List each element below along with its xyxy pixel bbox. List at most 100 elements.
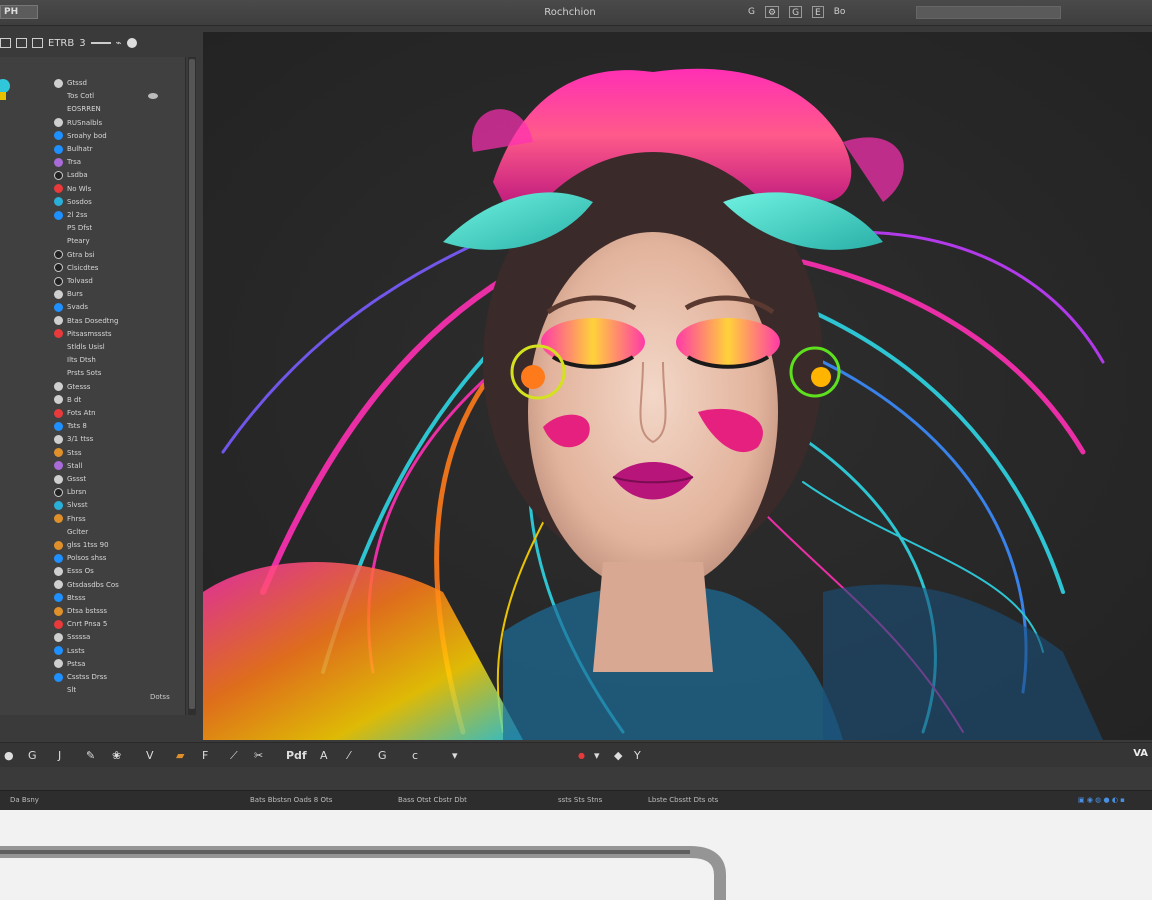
- settings-circle-icon[interactable]: [126, 38, 137, 48]
- layer-row[interactable]: Trsa: [54, 156, 81, 168]
- tool-dot-icon[interactable]: ●: [4, 749, 14, 762]
- layer-box-icon[interactable]: [0, 38, 11, 48]
- layer-row[interactable]: Stss: [54, 447, 81, 459]
- layer-row[interactable]: Ilts Dtsh: [54, 354, 96, 366]
- layer-status-icon[interactable]: [54, 316, 63, 326]
- layer-status-icon[interactable]: [54, 434, 63, 444]
- layer-row[interactable]: Tos Cotl: [54, 90, 94, 102]
- layer-status-icon[interactable]: [54, 170, 63, 180]
- layer-row[interactable]: Dtsa bstsss: [54, 605, 107, 617]
- layer-row[interactable]: Stall: [54, 460, 82, 472]
- layer-status-icon[interactable]: [54, 632, 63, 642]
- tool-j[interactable]: J: [58, 749, 61, 762]
- layer-status-icon[interactable]: [54, 580, 63, 590]
- panel-scrollbar-thumb[interactable]: [189, 59, 195, 709]
- layer-status-icon[interactable]: [54, 659, 63, 669]
- layer-status-icon[interactable]: [54, 421, 63, 431]
- title-tool-3[interactable]: G: [789, 6, 803, 18]
- layer-status-icon[interactable]: [54, 619, 63, 629]
- wand-icon[interactable]: ⁄: [348, 749, 350, 762]
- layer-status-icon[interactable]: [54, 302, 63, 312]
- layer-row[interactable]: Fhrss: [54, 513, 86, 525]
- layer-row[interactable]: Clsicdtes: [54, 262, 98, 274]
- layer-status-icon[interactable]: [54, 263, 63, 273]
- layer-row[interactable]: Gtssd: [54, 77, 87, 89]
- panel-tab-number[interactable]: 3: [79, 38, 85, 49]
- layer-row[interactable]: Btas Dosedtng: [54, 315, 118, 327]
- layer-row[interactable]: Lssts: [54, 645, 85, 657]
- layer-row[interactable]: Gtsdasdbs Cos: [54, 579, 119, 591]
- layer-row[interactable]: Lbrsn: [54, 486, 86, 498]
- status-icons[interactable]: ▣ ◉ ◍ ● ◐ ▪: [1078, 796, 1125, 804]
- zoom-label[interactable]: VA: [1133, 748, 1148, 759]
- title-search-field[interactable]: [916, 6, 1061, 19]
- layer-row[interactable]: Sroahy bod: [54, 130, 107, 142]
- layer-row[interactable]: Svads: [54, 301, 88, 313]
- layer-status-icon[interactable]: [54, 646, 63, 656]
- layer-status-icon[interactable]: [54, 197, 63, 207]
- scissors-icon[interactable]: ✂: [254, 749, 263, 762]
- layer-row[interactable]: Lsdba: [54, 169, 88, 181]
- title-tool-1[interactable]: G: [748, 6, 755, 18]
- layer-row[interactable]: Gclter: [54, 526, 88, 538]
- layer-status-icon[interactable]: [54, 540, 63, 550]
- layer-status-icon[interactable]: [54, 395, 63, 405]
- layer-status-icon[interactable]: [54, 606, 63, 616]
- layer-status-icon[interactable]: [54, 118, 63, 128]
- layer-row[interactable]: Polsos shss: [54, 552, 106, 564]
- tool-f[interactable]: F: [202, 749, 208, 762]
- layer-row[interactable]: glss 1tss 90: [54, 539, 109, 551]
- layer-row[interactable]: Sssssa: [54, 631, 90, 643]
- layer-row[interactable]: EOSRREN: [54, 103, 101, 115]
- layer-row[interactable]: Cnrt Pnsa 5: [54, 618, 107, 630]
- layer-status-icon[interactable]: [54, 672, 63, 682]
- tool-g[interactable]: G: [28, 749, 37, 762]
- folder-icon[interactable]: ▰: [176, 749, 184, 762]
- eyedropper-icon[interactable]: ⟋: [230, 749, 238, 763]
- layer-status-icon[interactable]: [54, 474, 63, 484]
- layer-row[interactable]: PS Dfst: [54, 222, 92, 234]
- tool-v[interactable]: V: [146, 749, 154, 762]
- brush-icon[interactable]: ❀: [112, 749, 121, 762]
- layer-status-icon[interactable]: [54, 553, 63, 563]
- title-tool-5[interactable]: Bo: [834, 6, 846, 18]
- layer-row[interactable]: Slt: [54, 684, 76, 696]
- layer-row[interactable]: Sosdos: [54, 196, 92, 208]
- layer-row[interactable]: Tolvasd: [54, 275, 93, 287]
- layer-row[interactable]: Gtra bsi: [54, 249, 95, 261]
- layer-status-icon[interactable]: [54, 289, 63, 299]
- layer-status-icon[interactable]: [54, 514, 63, 524]
- layer-status-icon[interactable]: [54, 329, 63, 339]
- mask-box-icon[interactable]: [16, 38, 27, 48]
- layer-row[interactable]: Tsts 8: [54, 420, 87, 432]
- layer-row[interactable]: B dt: [54, 394, 81, 406]
- tool-pdf[interactable]: Pdf: [286, 749, 307, 762]
- group-box-icon[interactable]: [32, 38, 43, 48]
- layer-status-icon[interactable]: [54, 593, 63, 603]
- layer-row[interactable]: Bulhatr: [54, 143, 93, 155]
- layer-status-icon[interactable]: [54, 408, 63, 418]
- link-icon[interactable]: ⌁: [116, 38, 122, 49]
- layer-status-icon[interactable]: [54, 461, 63, 471]
- layer-row[interactable]: Burs: [54, 288, 83, 300]
- tool-c[interactable]: c: [412, 749, 418, 762]
- layer-status-icon[interactable]: [54, 566, 63, 576]
- shield-icon[interactable]: ▾: [452, 749, 458, 762]
- layer-row[interactable]: Btsss: [54, 592, 86, 604]
- layer-status-icon[interactable]: [54, 131, 63, 141]
- layer-status-icon[interactable]: [54, 250, 63, 260]
- layer-status-icon[interactable]: [54, 382, 63, 392]
- layer-row[interactable]: Fots Atn: [54, 407, 96, 419]
- layer-status-icon[interactable]: [54, 184, 63, 194]
- layer-status-icon[interactable]: [54, 448, 63, 458]
- layer-status-icon[interactable]: [54, 144, 63, 154]
- layer-row[interactable]: Gssst: [54, 473, 86, 485]
- layer-status-icon[interactable]: [54, 487, 63, 497]
- eye-icon[interactable]: [148, 93, 158, 99]
- tool-y[interactable]: Y: [634, 749, 641, 762]
- layer-row[interactable]: Esss Os: [54, 565, 94, 577]
- layer-status-icon[interactable]: [54, 276, 63, 286]
- record-icon[interactable]: ●: [578, 751, 585, 760]
- layer-row[interactable]: No Wls: [54, 183, 91, 195]
- layer-row[interactable]: Pteary: [54, 235, 90, 247]
